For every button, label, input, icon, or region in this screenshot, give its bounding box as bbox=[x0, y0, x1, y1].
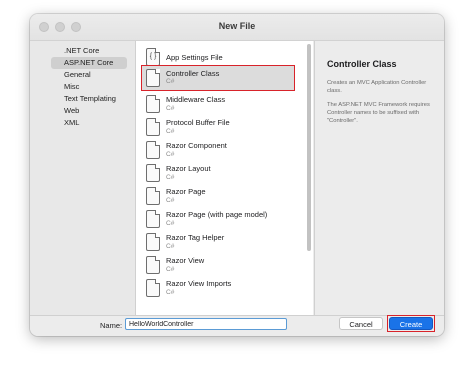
category-xml[interactable]: XML bbox=[51, 117, 127, 129]
template-language: C# bbox=[166, 128, 175, 135]
template-label: Razor Layout bbox=[166, 164, 211, 173]
template-controller-class[interactable]: Controller Class C# bbox=[141, 65, 295, 91]
new-file-dialog: New File .NET Core ASP.NET Core General … bbox=[30, 14, 444, 336]
template-razor-page[interactable]: Razor Page C# bbox=[146, 187, 306, 210]
json-file-icon: { } bbox=[146, 48, 160, 66]
template-language: C# bbox=[166, 220, 175, 227]
description-panel: Controller Class Creates an MVC Applicat… bbox=[314, 41, 444, 315]
name-label: Name: bbox=[100, 321, 123, 330]
template-middleware-class[interactable]: Middleware Class C# bbox=[146, 95, 306, 118]
template-label: Razor Tag Helper bbox=[166, 233, 225, 242]
csharp-file-icon bbox=[146, 279, 160, 297]
file-name-input[interactable] bbox=[125, 318, 287, 330]
template-label: App Settings File bbox=[166, 53, 223, 62]
description-detail: The ASP.NET MVC Framework requires Contr… bbox=[327, 102, 430, 124]
template-label: Middleware Class bbox=[166, 95, 226, 104]
create-button[interactable]: Create bbox=[389, 317, 433, 330]
template-language: C# bbox=[166, 174, 175, 181]
category-net-core[interactable]: .NET Core bbox=[51, 45, 127, 57]
template-label: Razor Page (with page model) bbox=[166, 210, 268, 219]
template-language: C# bbox=[166, 78, 175, 85]
csharp-file-icon bbox=[146, 164, 160, 182]
csharp-file-icon bbox=[146, 95, 160, 113]
csharp-file-icon bbox=[146, 210, 160, 228]
template-razor-tag-helper[interactable]: Razor Tag Helper C# bbox=[146, 233, 306, 256]
description-title: Controller Class bbox=[327, 59, 397, 69]
template-razor-view-imports[interactable]: Razor View Imports C# bbox=[146, 279, 306, 302]
template-razor-component[interactable]: Razor Component C# bbox=[146, 141, 306, 164]
window-title: New File bbox=[218, 21, 256, 31]
csharp-file-icon bbox=[146, 69, 160, 87]
csharp-file-icon bbox=[146, 233, 160, 251]
template-label: Razor Page bbox=[166, 187, 206, 196]
csharp-file-icon bbox=[146, 141, 160, 159]
template-label: Razor View Imports bbox=[166, 279, 232, 288]
csharp-file-icon bbox=[146, 187, 160, 205]
category-text-templating[interactable]: Text Templating bbox=[51, 93, 127, 105]
template-language: C# bbox=[166, 289, 175, 296]
description-summary: Creates an MVC Application Controller cl… bbox=[327, 80, 427, 94]
template-razor-page-with-model[interactable]: Razor Page (with page model) C# bbox=[146, 210, 306, 233]
category-general[interactable]: General bbox=[51, 69, 127, 81]
template-list: { } App Settings File Controller Class C… bbox=[136, 41, 313, 315]
template-label: Controller Class bbox=[166, 69, 220, 78]
template-label: Razor View bbox=[166, 256, 205, 265]
template-language: C# bbox=[166, 243, 175, 250]
template-razor-view[interactable]: Razor View C# bbox=[146, 256, 306, 279]
cancel-button[interactable]: Cancel bbox=[339, 317, 383, 330]
csharp-file-icon bbox=[146, 118, 160, 136]
template-language: C# bbox=[166, 266, 175, 273]
template-language: C# bbox=[166, 151, 175, 158]
title-bar: New File bbox=[30, 14, 444, 41]
dialog-footer: Name: Cancel Create bbox=[30, 315, 444, 336]
template-language: C# bbox=[166, 105, 175, 112]
template-language: C# bbox=[166, 197, 175, 204]
template-label: Razor Component bbox=[166, 141, 227, 150]
template-protocol-buffer-file[interactable]: Protocol Buffer File C# bbox=[146, 118, 306, 141]
template-label: Protocol Buffer File bbox=[166, 118, 230, 127]
category-web[interactable]: Web bbox=[51, 105, 127, 117]
category-aspnet-core[interactable]: ASP.NET Core bbox=[51, 57, 127, 69]
category-list: .NET Core ASP.NET Core General Misc Text… bbox=[30, 41, 136, 315]
template-razor-layout[interactable]: Razor Layout C# bbox=[146, 164, 306, 187]
template-list-scrollbar[interactable] bbox=[307, 44, 311, 251]
category-misc[interactable]: Misc bbox=[51, 81, 127, 93]
csharp-file-icon bbox=[146, 256, 160, 274]
